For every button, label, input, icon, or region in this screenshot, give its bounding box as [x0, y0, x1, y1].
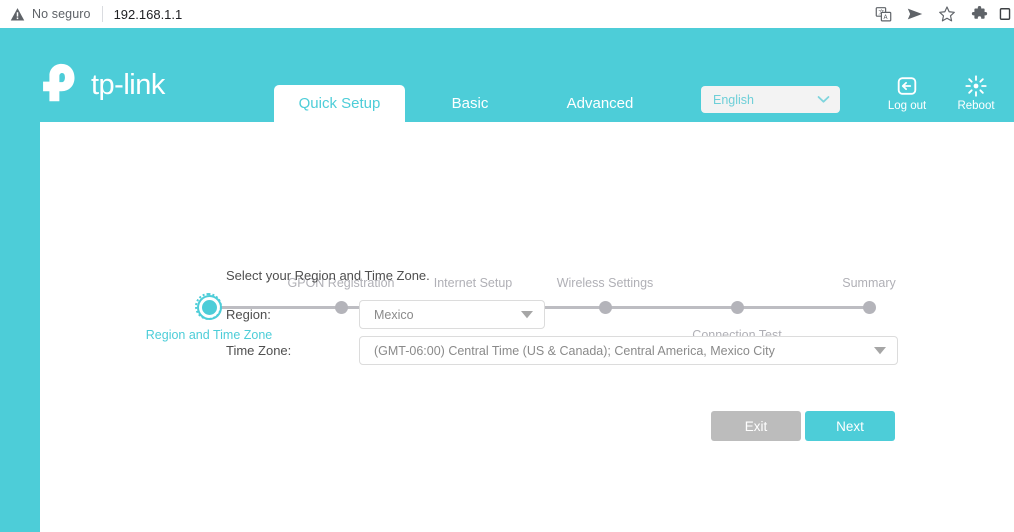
profile-icon[interactable]: [998, 1, 1012, 27]
security-status-label: No seguro: [32, 7, 91, 21]
region-label: Region:: [226, 307, 271, 322]
timezone-label: Time Zone:: [226, 343, 291, 358]
region-select-value: Mexico: [360, 308, 414, 322]
region-select[interactable]: Mexico: [359, 300, 545, 329]
form-instruction: Select your Region and Time Zone.: [226, 268, 430, 283]
reboot-icon: [947, 74, 1005, 98]
url-text: 192.168.1.1: [114, 7, 183, 22]
language-select[interactable]: English: [701, 86, 840, 113]
caret-down-icon: [874, 342, 886, 360]
step-dot-connection-test[interactable]: [731, 301, 744, 314]
tp-link-logo: tp-link: [38, 60, 165, 111]
step-label-wireless-settings: Wireless Settings: [557, 276, 654, 290]
warning-triangle-icon: [10, 7, 25, 22]
logout-label: Log out: [878, 100, 936, 113]
step-dot-gpon-registration[interactable]: [335, 301, 348, 314]
address-divider: [102, 6, 103, 22]
send-icon[interactable]: [902, 1, 928, 27]
step-dot-region-and-time-zone[interactable]: [202, 300, 217, 315]
language-select-value: English: [701, 93, 754, 107]
reboot-label: Reboot: [947, 100, 1005, 113]
bookmark-star-icon[interactable]: [934, 1, 960, 27]
timezone-select-value: (GMT-06:00) Central Time (US & Canada); …: [360, 344, 775, 358]
extensions-puzzle-icon[interactable]: [966, 1, 992, 27]
step-dot-wireless-settings[interactable]: [599, 301, 612, 314]
step-label-internet-setup: Internet Setup: [434, 276, 513, 290]
exit-button[interactable]: Exit: [711, 411, 801, 441]
chevron-down-icon: [817, 91, 830, 109]
tab-basic[interactable]: Basic: [405, 85, 535, 122]
translate-icon[interactable]: 文 A: [870, 1, 896, 27]
next-button[interactable]: Next: [805, 411, 895, 441]
tp-link-wordmark: tp-link: [91, 69, 165, 102]
step-dot-summary[interactable]: [863, 301, 876, 314]
address-bar[interactable]: No seguro 192.168.1.1: [0, 0, 182, 28]
tp-link-mark-icon: [38, 60, 84, 111]
browser-toolbar: No seguro 192.168.1.1 文 A: [0, 0, 1014, 28]
logout-icon: [878, 74, 936, 98]
step-label-region-and-time-zone: Region and Time Zone: [146, 328, 272, 342]
main-tabs: Quick Setup Basic Advanced: [274, 85, 665, 122]
logout-button[interactable]: Log out: [878, 74, 936, 113]
tab-quick-setup[interactable]: Quick Setup: [274, 85, 405, 122]
reboot-button[interactable]: Reboot: [947, 74, 1005, 113]
setup-stepper: Region and Time Zone GPON Registration I…: [0, 122, 1014, 232]
tab-advanced[interactable]: Advanced: [535, 85, 665, 122]
browser-action-icons: 文 A: [870, 0, 1014, 28]
step-label-summary: Summary: [842, 276, 895, 290]
caret-down-icon: [521, 306, 533, 324]
timezone-select[interactable]: (GMT-06:00) Central Time (US & Canada); …: [359, 336, 898, 365]
